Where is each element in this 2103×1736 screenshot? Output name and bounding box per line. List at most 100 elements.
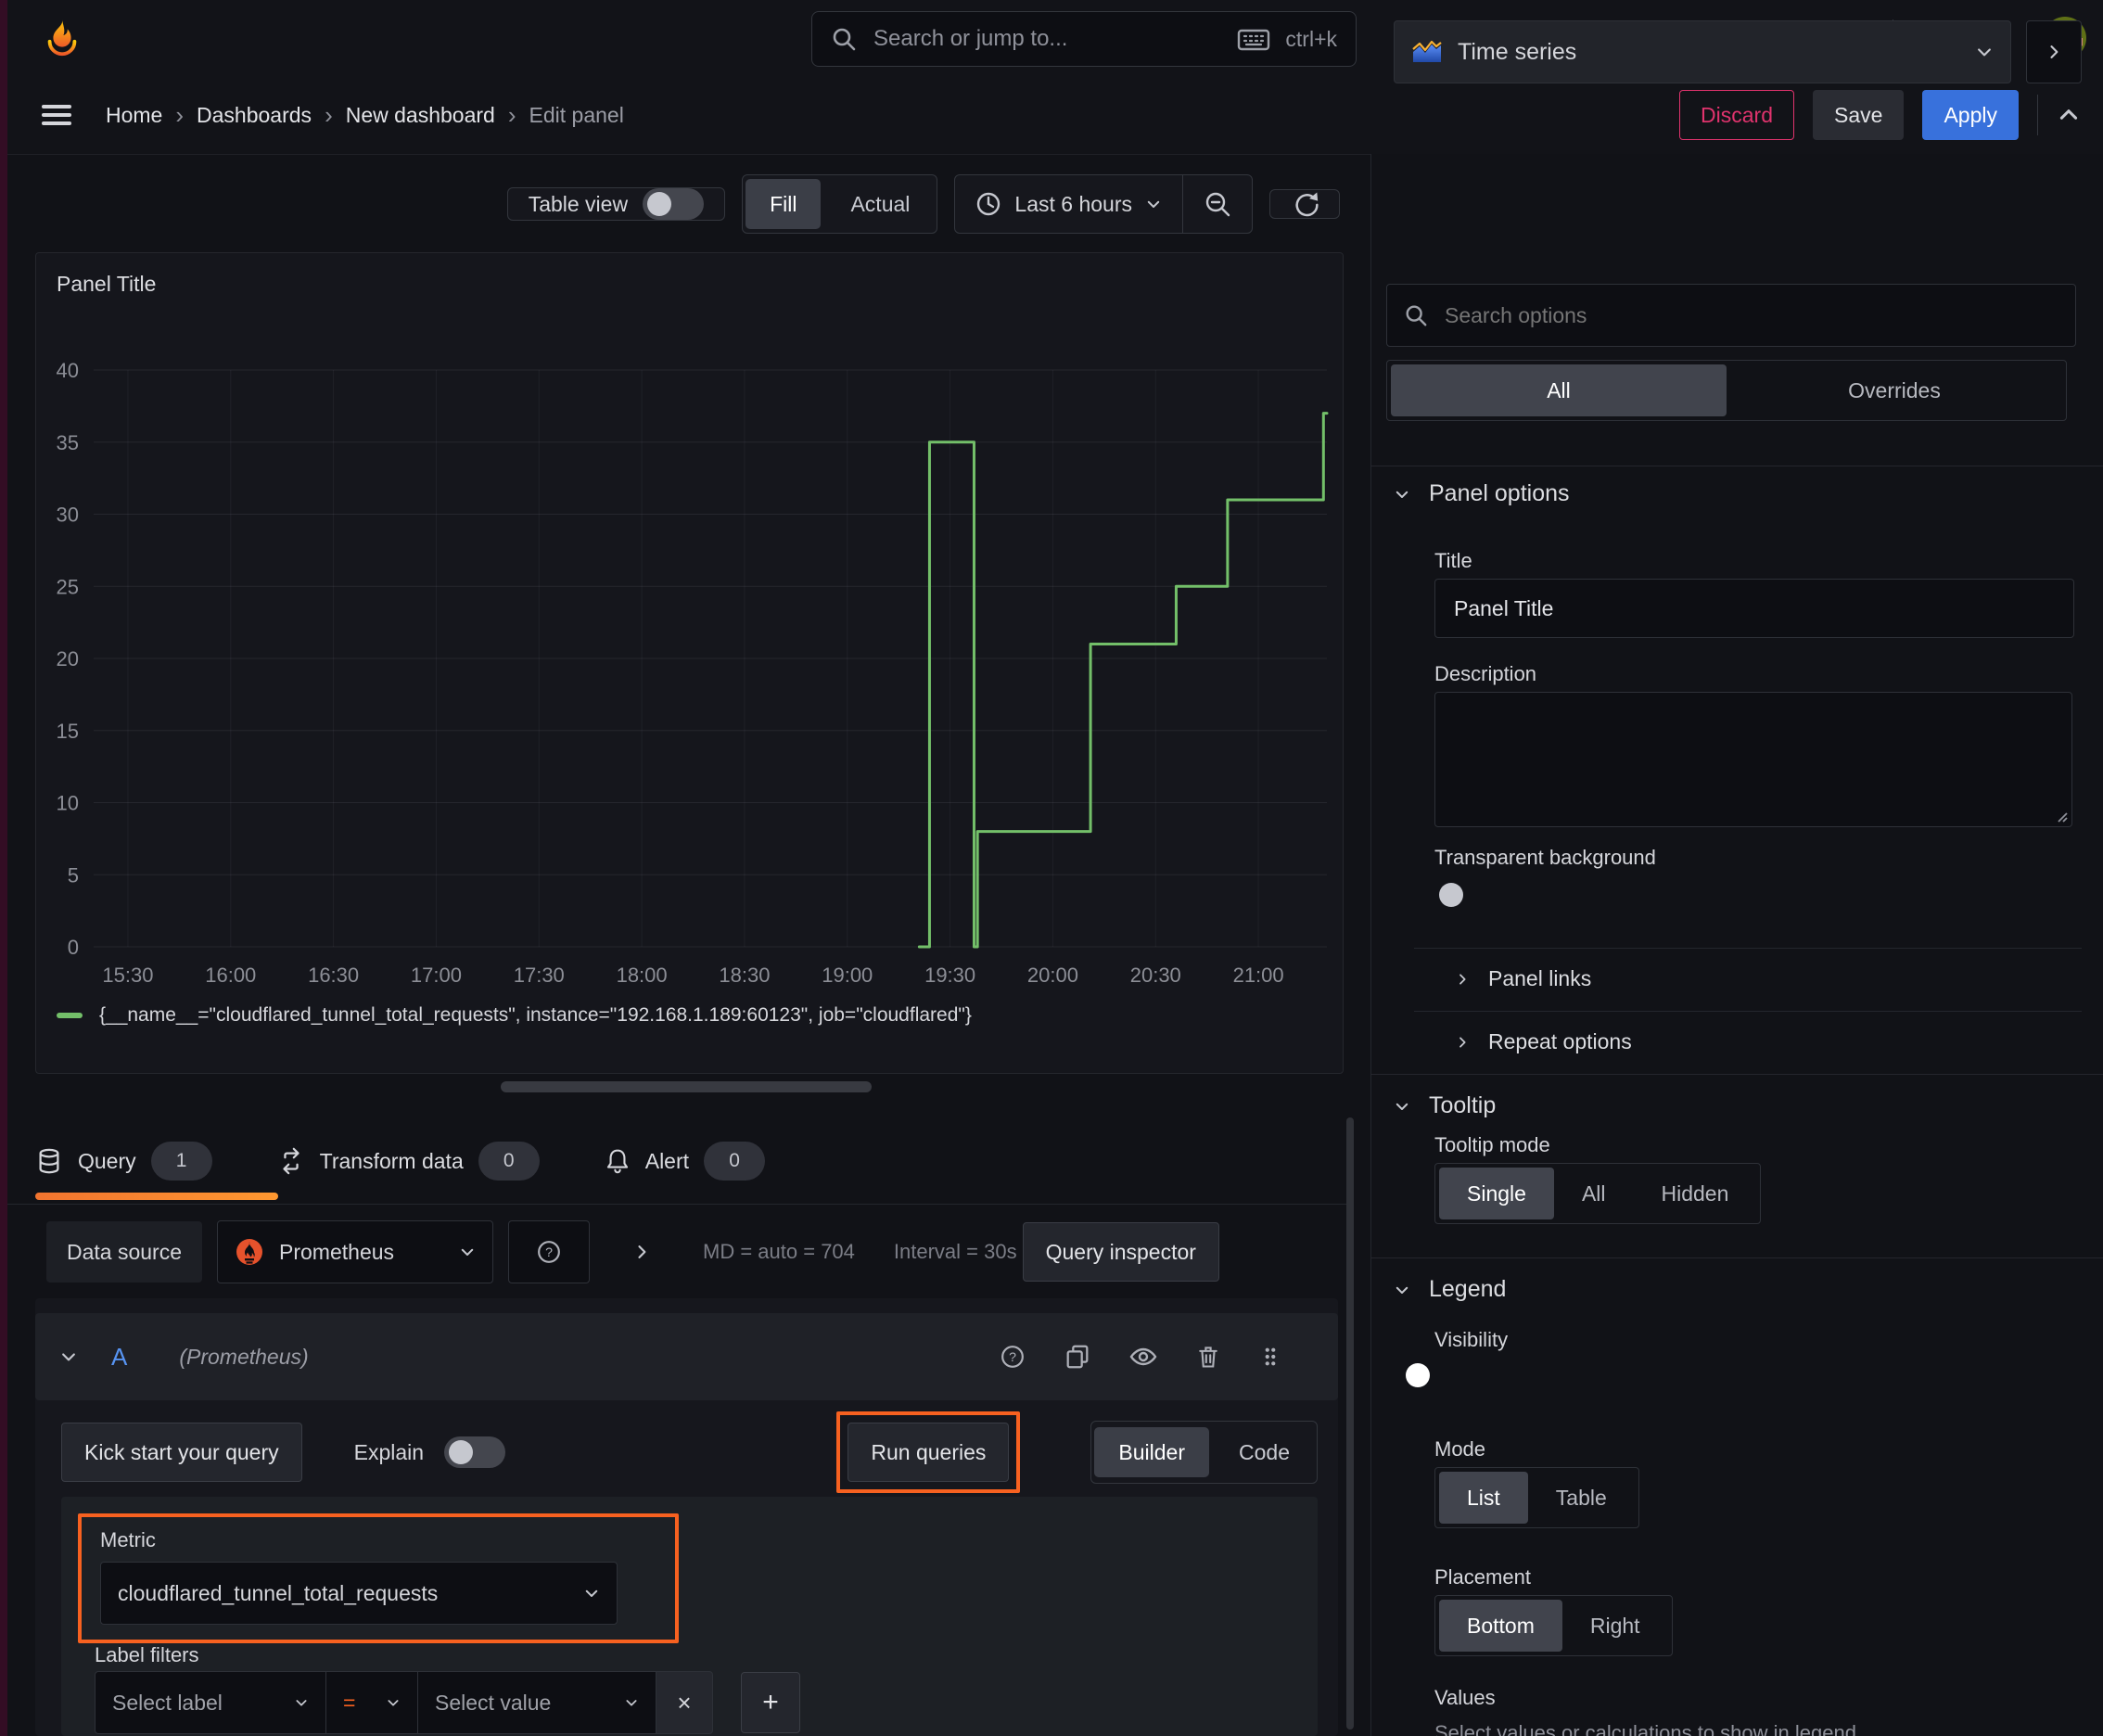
database-icon (35, 1146, 63, 1176)
hide-query-eye-icon[interactable] (1128, 1344, 1158, 1370)
viz-picker-row: Time series (1394, 20, 2082, 83)
global-search-box[interactable]: ctrl+k (811, 11, 1357, 67)
time-series-chart[interactable]: 0 5 10 15 20 25 30 35 40 15:30 16:00 16:30 17:00 17:3… (36, 253, 1339, 1069)
chevron-down-icon (583, 1585, 600, 1602)
legend-mode-list[interactable]: List (1439, 1472, 1528, 1524)
svg-text:30: 30 (57, 504, 79, 527)
visualization-picker[interactable]: Time series (1394, 20, 2011, 83)
tab-query-count: 1 (150, 1142, 212, 1181)
legend-section-header[interactable]: Legend (1394, 1276, 1506, 1303)
actual-option[interactable]: Actual (826, 179, 934, 229)
legend-mode-table[interactable]: Table (1528, 1472, 1635, 1524)
metric-highlight-box: Metric cloudflared_tunnel_total_requests (78, 1513, 679, 1643)
query-tabs: Query 1 Transform data 0 Alert 0 (35, 1124, 1343, 1198)
metric-select[interactable]: cloudflared_tunnel_total_requests (100, 1562, 618, 1625)
series-color-dash[interactable] (57, 1013, 83, 1018)
datasource-picker[interactable]: Prometheus (217, 1220, 494, 1283)
repeat-options-section[interactable]: Repeat options (1455, 1029, 1632, 1054)
datasource-help-button[interactable]: ? (508, 1220, 591, 1283)
grafana-logo-icon[interactable] (41, 17, 83, 59)
series-legend-label[interactable]: {__name__="cloudflared_tunnel_total_requ… (99, 1004, 972, 1027)
code-option[interactable]: Code (1215, 1427, 1314, 1477)
transparent-background-label: Transparent background (1434, 846, 1656, 869)
tooltip-section-header[interactable]: Tooltip (1394, 1092, 1496, 1119)
query-a-header[interactable]: A (Prometheus) ? (35, 1313, 1338, 1400)
query-builder-body: Metric cloudflared_tunnel_total_requests… (61, 1497, 1318, 1736)
refresh-button[interactable] (1269, 189, 1340, 219)
tab-alert[interactable]: Alert 0 (605, 1142, 766, 1181)
options-search-box[interactable] (1386, 284, 2076, 347)
zoom-out-button[interactable] (1183, 175, 1252, 233)
query-inspector-button[interactable]: Query inspector (1022, 1222, 1219, 1282)
table-view-toggle[interactable] (643, 188, 705, 220)
panel-links-section[interactable]: Panel links (1455, 966, 1591, 991)
builder-option[interactable]: Builder (1094, 1427, 1210, 1477)
delete-query-trash-icon[interactable] (1195, 1343, 1221, 1371)
query-editor-toolbar: Kick start your query Explain Run querie… (61, 1411, 1318, 1493)
remove-filter-button[interactable]: × (656, 1671, 713, 1734)
time-range-picker[interactable]: Last 6 hours (955, 175, 1182, 233)
run-queries-button[interactable]: Run queries (848, 1423, 1010, 1482)
panel-toolbar: Table view Fill Actual Last 6 hours (35, 174, 1340, 234)
vertical-scrollbar[interactable] (1346, 1117, 1354, 1730)
tooltip-mode-hidden[interactable]: Hidden (1634, 1168, 1757, 1219)
breadcrumb-edit-panel: Edit panel (529, 102, 624, 127)
svg-text:15:30: 15:30 (102, 964, 153, 987)
tooltip-mode-all[interactable]: All (1554, 1168, 1634, 1219)
panel-title-input[interactable] (1434, 579, 2074, 638)
drag-handle-grip-icon[interactable] (1258, 1343, 1282, 1371)
add-filter-button[interactable]: + (741, 1672, 800, 1733)
chevron-down-icon (294, 1695, 309, 1710)
svg-text:?: ? (545, 1245, 553, 1260)
explain-toggle[interactable] (444, 1436, 506, 1468)
svg-text:?: ? (1009, 1350, 1016, 1365)
breadcrumb-dashboards[interactable]: Dashboards (197, 103, 312, 128)
query-stats-interval: Interval = 30s (893, 1240, 1017, 1263)
global-search-input[interactable] (872, 25, 1172, 53)
title-field-label: Title (1434, 549, 1472, 572)
collapse-options-pane-button[interactable] (2026, 20, 2082, 83)
kick-start-query-button[interactable]: Kick start your query (61, 1423, 302, 1482)
svg-text:18:30: 18:30 (719, 964, 770, 987)
actions-divider (2037, 95, 2038, 135)
hamburger-menu-icon[interactable] (41, 102, 72, 128)
tooltip-mode-single[interactable]: Single (1439, 1168, 1554, 1219)
query-ref-id[interactable]: A (111, 1343, 127, 1372)
tab-transform-data[interactable]: Transform data 0 (277, 1142, 540, 1181)
resize-handle-icon[interactable] (2053, 808, 2068, 823)
panel-options-header[interactable]: Panel options (1394, 480, 1570, 507)
plus-icon: + (762, 1687, 779, 1717)
legend-placement-bottom[interactable]: Bottom (1439, 1600, 1562, 1652)
breadcrumb-new-dashboard[interactable]: New dashboard (346, 103, 495, 128)
run-queries-highlight-box: Run queries (836, 1411, 1021, 1493)
chart-panel[interactable]: Panel Title 0 5 10 15 20 25 30 35 40 15:30 16:00 16… (35, 252, 1344, 1074)
horizontal-scrollbar[interactable] (501, 1081, 872, 1092)
select-label-placeholder: Select label (112, 1690, 223, 1715)
discard-button[interactable]: Discard (1679, 90, 1795, 140)
collapse-chevron-down-icon[interactable] (59, 1347, 78, 1366)
description-textarea[interactable] (1434, 692, 2072, 827)
tabs-bottom-border (0, 1204, 1346, 1205)
options-search-input[interactable] (1443, 301, 1910, 329)
tab-query[interactable]: Query 1 (35, 1142, 212, 1181)
collapse-header-chevron-up-icon[interactable] (2057, 103, 2081, 127)
breadcrumb-home[interactable]: Home (106, 103, 162, 128)
legend-placement-right[interactable]: Right (1562, 1600, 1668, 1652)
options-expand-chevron-right-icon[interactable] (632, 1243, 651, 1261)
duplicate-query-icon[interactable] (1064, 1343, 1091, 1371)
svg-text:25: 25 (57, 575, 79, 598)
apply-button[interactable]: Apply (1922, 90, 2019, 140)
operator-dropdown[interactable]: = (326, 1671, 418, 1734)
select-value-dropdown[interactable]: Select value (418, 1671, 656, 1734)
refresh-icon (1291, 190, 1319, 218)
query-help-icon[interactable]: ? (999, 1343, 1026, 1371)
tab-all[interactable]: All (1391, 364, 1727, 416)
fill-option[interactable]: Fill (746, 179, 822, 229)
save-button[interactable]: Save (1813, 90, 1905, 140)
tab-overrides[interactable]: Overrides (1727, 364, 2062, 416)
query-editor-card: A (Prometheus) ? Kick start your query E… (35, 1298, 1338, 1736)
search-icon (831, 26, 857, 52)
all-overrides-tabs: All Overrides (1386, 360, 2067, 421)
svg-text:17:30: 17:30 (514, 964, 565, 987)
select-label-dropdown[interactable]: Select label (95, 1671, 326, 1734)
